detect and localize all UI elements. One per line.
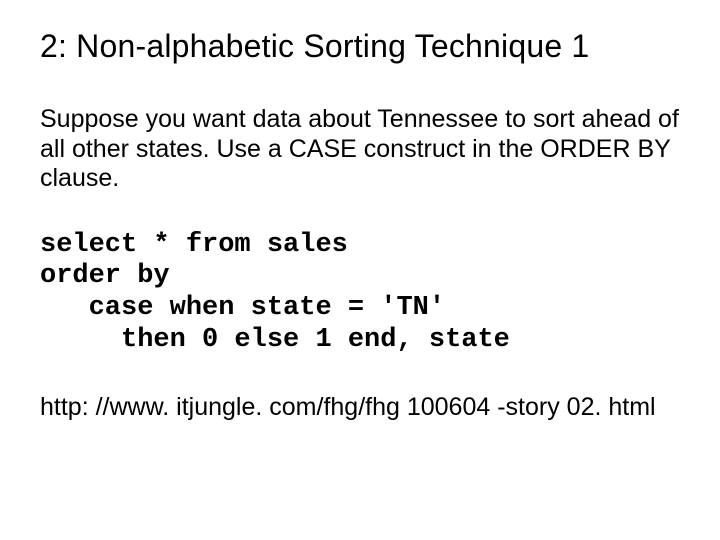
sql-code-block: select * from sales order by case when s… [40,230,680,357]
slide-body-text: Suppose you want data about Tennessee to… [40,105,680,194]
source-url: http: //www. itjungle. com/fhg/fhg 10060… [40,393,680,422]
slide-title: 2: Non-alphabetic Sorting Technique 1 [40,28,680,65]
slide-container: 2: Non-alphabetic Sorting Technique 1 Su… [0,0,720,540]
